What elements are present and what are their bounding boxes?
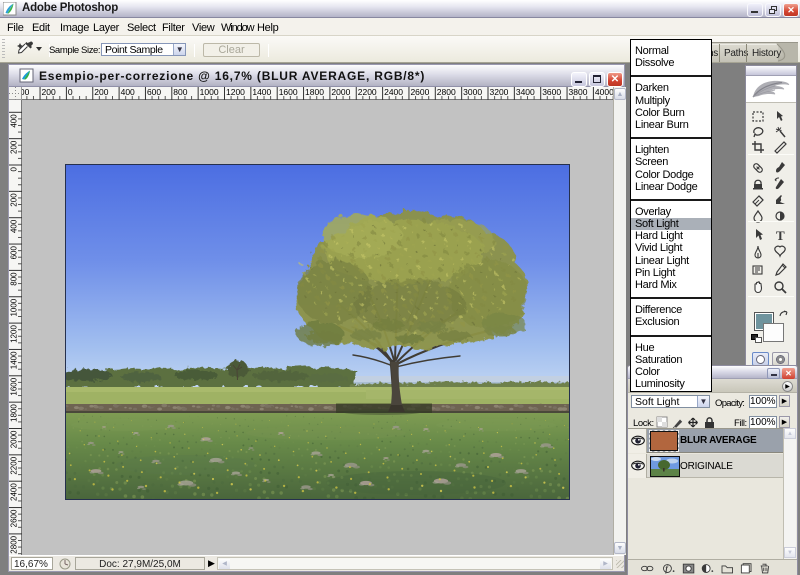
svg-text:0: 0: [68, 87, 73, 97]
svg-text:800: 800: [10, 272, 19, 286]
svg-text:3000: 3000: [463, 87, 482, 97]
svg-text:2200: 2200: [358, 87, 377, 97]
svg-text:800: 800: [173, 87, 187, 97]
svg-text:200: 200: [10, 193, 19, 207]
svg-text:200: 200: [42, 87, 56, 97]
svg-text:3200: 3200: [490, 87, 509, 97]
svg-text:2800: 2800: [10, 535, 19, 553]
svg-text:1600: 1600: [279, 87, 298, 97]
svg-text:1800: 1800: [10, 404, 19, 422]
svg-text:2600: 2600: [10, 509, 19, 527]
svg-text:400: 400: [121, 87, 135, 97]
svg-text:2000: 2000: [10, 430, 19, 448]
svg-text:1200: 1200: [226, 87, 245, 97]
svg-text:2000: 2000: [331, 87, 350, 97]
svg-text:200: 200: [94, 87, 108, 97]
svg-text:2400: 2400: [10, 483, 19, 501]
svg-text:3600: 3600: [542, 87, 561, 97]
svg-text:1000: 1000: [10, 298, 19, 316]
svg-text:1400: 1400: [10, 351, 19, 369]
svg-text:1000: 1000: [200, 87, 219, 97]
svg-text:400: 400: [10, 114, 19, 128]
svg-text:2400: 2400: [384, 87, 403, 97]
svg-text:600: 600: [147, 87, 161, 97]
svg-text:3800: 3800: [569, 87, 588, 97]
svg-text:1400: 1400: [252, 87, 271, 97]
svg-text:1200: 1200: [10, 325, 19, 343]
svg-text:1600: 1600: [10, 377, 19, 395]
svg-text:4000: 4000: [595, 87, 614, 97]
svg-text:0: 0: [10, 166, 19, 171]
svg-text:600: 600: [10, 246, 19, 260]
svg-text:2800: 2800: [437, 87, 456, 97]
svg-text:200: 200: [10, 140, 19, 154]
svg-text:3400: 3400: [516, 87, 535, 97]
svg-text:2200: 2200: [10, 456, 19, 474]
svg-text:T: T: [776, 228, 785, 242]
svg-text:1800: 1800: [305, 87, 324, 97]
svg-text:2600: 2600: [410, 87, 429, 97]
svg-text:400: 400: [10, 219, 19, 233]
